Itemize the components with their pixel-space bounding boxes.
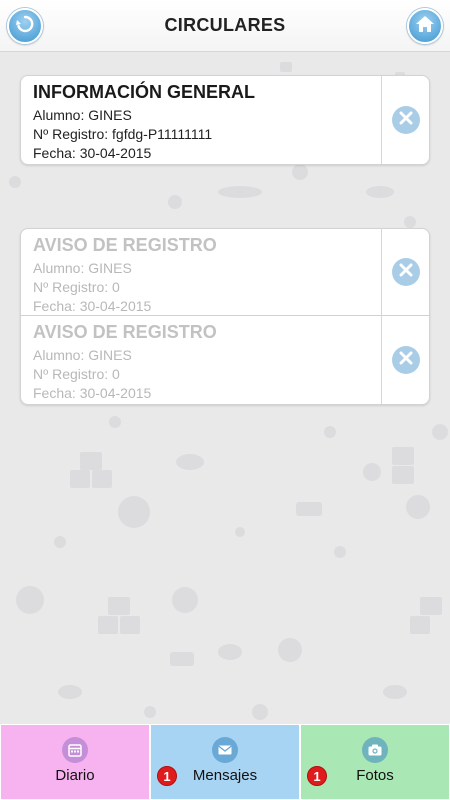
home-icon [415,14,435,39]
circular-content[interactable]: AVISO DE REGISTRO Alumno: GINES Nº Regis… [21,316,381,404]
tab-diario[interactable]: Diario [0,724,150,800]
delete-button[interactable] [391,346,420,374]
tab-label: Diario [55,767,95,784]
tab-label: Fotos [356,767,394,784]
close-icon [399,111,413,130]
circular-date: Fecha: 30-04-2015 [33,385,152,401]
circular-student: Alumno: GINES [33,107,132,123]
tab-fotos[interactable]: Fotos 1 [300,724,450,800]
circular-date: Fecha: 30-04-2015 [33,298,152,314]
circular-content[interactable]: AVISO DE REGISTRO Alumno: GINES Nº Regis… [21,229,381,315]
home-button[interactable] [407,8,443,44]
circular-content[interactable]: INFORMACIÓN GENERAL Alumno: GINES Nº Reg… [21,76,381,164]
notification-badge: 1 [307,766,327,786]
envelope-icon [212,737,238,763]
delete-area [381,229,429,315]
delete-area [381,316,429,404]
notification-badge: 1 [157,766,177,786]
header-bar: CIRCULARES [0,0,450,52]
circular-registry: Nº Registro: 0 [33,366,120,382]
circular-registry: Nº Registro: fgfdg-P11111111 [33,126,213,142]
delete-area [381,76,429,164]
back-arrow-icon [15,14,35,39]
circular-title: INFORMACIÓN GENERAL [33,82,255,102]
circular-title: AVISO DE REGISTRO [33,322,217,342]
tab-label: Mensajes [192,767,258,784]
circular-item[interactable]: AVISO DE REGISTRO Alumno: GINES Nº Regis… [20,316,430,405]
close-icon [399,351,413,370]
circular-registry: Nº Registro: 0 [33,279,120,295]
circular-date: Fecha: 30-04-2015 [33,145,152,161]
close-icon [399,263,413,282]
back-button[interactable] [7,8,43,44]
circular-student: Alumno: GINES [33,260,132,276]
circular-student: Alumno: GINES [33,347,132,363]
tab-mensajes[interactable]: Mensajes 1 [150,724,300,800]
camera-icon [362,737,388,763]
circular-item[interactable]: AVISO DE REGISTRO Alumno: GINES Nº Regis… [20,228,430,316]
circular-title: AVISO DE REGISTRO [33,235,217,255]
delete-button[interactable] [391,106,420,134]
calendar-icon [62,737,88,763]
delete-button[interactable] [391,258,420,286]
bottom-tab-bar: Diario Mensajes 1 Fotos 1 [0,724,450,800]
circular-item[interactable]: INFORMACIÓN GENERAL Alumno: GINES Nº Reg… [20,75,430,165]
page-title: CIRCULARES [164,15,286,35]
